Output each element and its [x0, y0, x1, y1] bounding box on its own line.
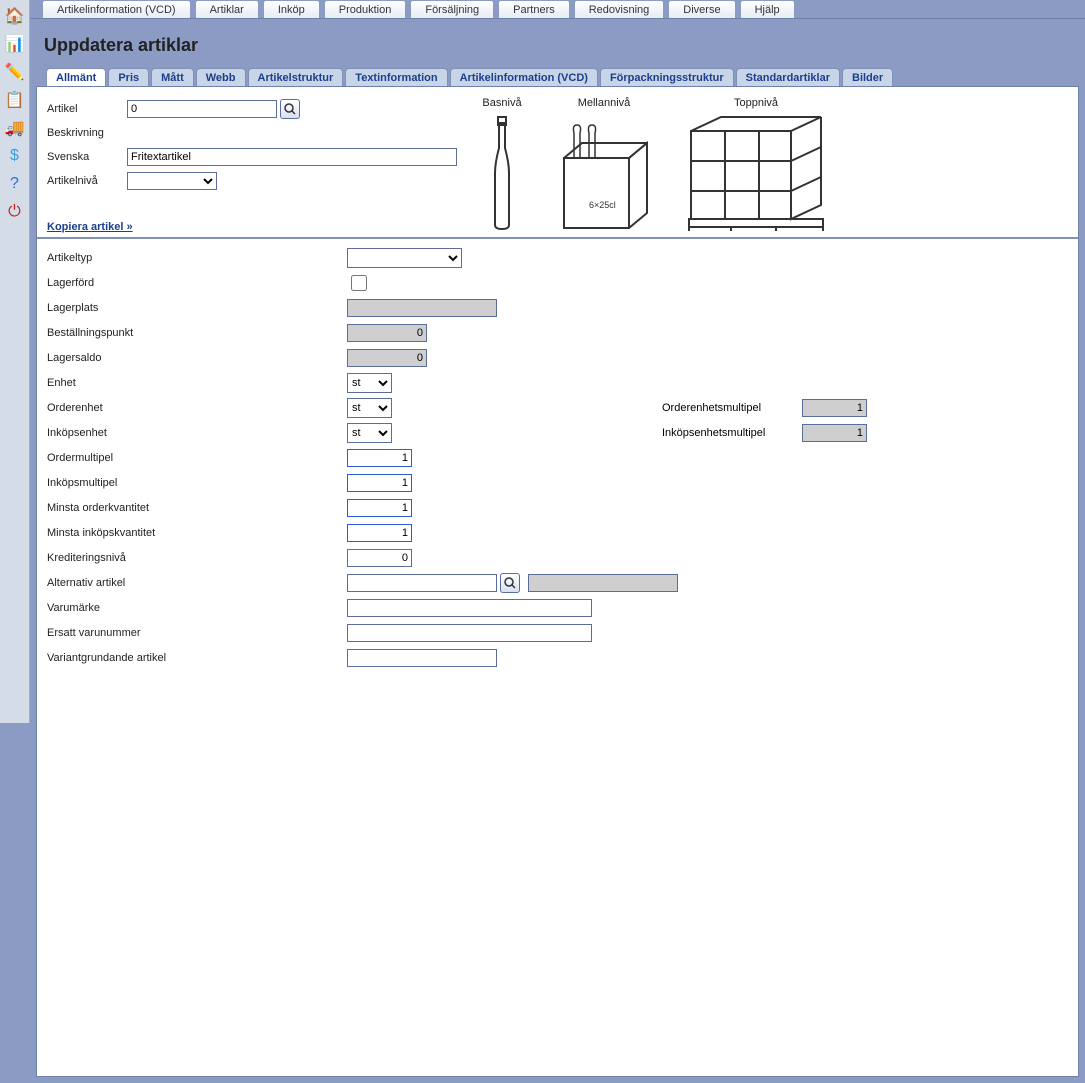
artikel-label: Artikel	[47, 103, 127, 115]
icon-rail: 🏠 📊 ✏️ 📋 🚚 $ ? ⏻	[0, 0, 30, 723]
form-tabstrip: Allmänt Pris Mått Webb Artikelstruktur T…	[30, 68, 1085, 86]
calendar-icon[interactable]: 📋	[3, 88, 27, 112]
inkopsenhet-label: Inköpsenhet	[47, 427, 347, 439]
home-icon[interactable]: 🏠	[3, 4, 27, 28]
tab-webb[interactable]: Webb	[196, 68, 246, 86]
tab-standardartiklar[interactable]: Standardartiklar	[736, 68, 840, 86]
svenska-label: Svenska	[47, 151, 127, 163]
orderenhetsmultipel-input[interactable]	[802, 399, 867, 417]
truck-icon[interactable]: 🚚	[3, 116, 27, 140]
bestallningspunkt-input[interactable]	[347, 324, 427, 342]
artikeltyp-select[interactable]	[347, 248, 462, 268]
inkopsmultipel-label: Inköpsmultipel	[47, 477, 347, 489]
bestallningspunkt-label: Beställningspunkt	[47, 327, 347, 339]
menu-partners[interactable]: Partners	[498, 0, 570, 18]
minsta-order-label: Minsta orderkvantitet	[47, 502, 347, 514]
varumarke-input[interactable]	[347, 599, 592, 617]
tab-matt[interactable]: Mått	[151, 68, 194, 86]
menu-diverse[interactable]: Diverse	[668, 0, 735, 18]
artikeltyp-label: Artikeltyp	[47, 252, 347, 264]
lagersaldo-label: Lagersaldo	[47, 352, 347, 364]
tab-artikelstruktur[interactable]: Artikelstruktur	[248, 68, 344, 86]
edit-icon[interactable]: ✏️	[3, 60, 27, 84]
search-icon	[284, 103, 296, 115]
lagersaldo-input[interactable]	[347, 349, 427, 367]
menu-produktion[interactable]: Produktion	[324, 0, 407, 18]
menu-inkop[interactable]: Inköp	[263, 0, 320, 18]
menu-hjalp[interactable]: Hjälp	[740, 0, 795, 18]
alt-artikel-search-button[interactable]	[500, 573, 520, 593]
form-scroll-area[interactable]: Artikeltyp Lagerförd Lagerplats Beställn…	[37, 239, 1078, 1076]
svg-text:6×25cl: 6×25cl	[589, 200, 616, 210]
tab-allmant[interactable]: Allmänt	[46, 68, 106, 86]
dollar-icon[interactable]: $	[3, 144, 27, 168]
basniva-image	[477, 113, 527, 233]
enhet-select[interactable]: st	[347, 373, 392, 393]
mellanniva-label: Mellannivå	[578, 97, 631, 109]
inkopsenhet-select[interactable]: st	[347, 423, 392, 443]
variant-label: Variantgrundande artikel	[47, 652, 347, 664]
varumarke-label: Varumärke	[47, 602, 347, 614]
svenska-input[interactable]	[127, 148, 457, 166]
orderenhet-select[interactable]: st	[347, 398, 392, 418]
search-icon	[504, 577, 516, 589]
beskrivning-label: Beskrivning	[47, 127, 127, 139]
tab-pris[interactable]: Pris	[108, 68, 149, 86]
help-icon[interactable]: ?	[3, 172, 27, 196]
menu-redovisning[interactable]: Redovisning	[574, 0, 665, 18]
menu-artiklar[interactable]: Artiklar	[195, 0, 259, 18]
lagerplats-label: Lagerplats	[47, 302, 347, 314]
ersatt-varunummer-input[interactable]	[347, 624, 592, 642]
menu-artikelinformation-vcd[interactable]: Artikelinformation (VCD)	[42, 0, 191, 18]
krediteringsniva-input[interactable]	[347, 549, 412, 567]
krediteringsniva-label: Krediteringsnivå	[47, 552, 347, 564]
inkopsenhetsmultipel-label: Inköpsenhetsmultipel	[662, 427, 802, 439]
toppniva-image	[681, 113, 831, 233]
mellanniva-image: 6×25cl	[549, 113, 659, 233]
top-menubar: Artikelinformation (VCD) Artiklar Inköp …	[30, 0, 1085, 18]
main-area: Artikelinformation (VCD) Artiklar Inköp …	[30, 0, 1085, 723]
alt-artikel-desc-input	[528, 574, 678, 592]
inkopsenhetsmultipel-input[interactable]	[802, 424, 867, 442]
minsta-inkop-label: Minsta inköpskvantitet	[47, 527, 347, 539]
power-icon[interactable]: ⏻	[3, 200, 27, 224]
orderenhet-label: Orderenhet	[47, 402, 347, 414]
alt-artikel-input[interactable]	[347, 574, 497, 592]
orderenhetsmultipel-label: Orderenhetsmultipel	[662, 402, 802, 414]
artikel-input[interactable]	[127, 100, 277, 118]
toppniva-label: Toppnivå	[734, 97, 778, 109]
tab-bilder[interactable]: Bilder	[842, 68, 893, 86]
variant-input[interactable]	[347, 649, 497, 667]
artikel-search-button[interactable]	[280, 99, 300, 119]
lagerford-checkbox[interactable]	[351, 275, 367, 291]
menu-forsaljning[interactable]: Försäljning	[410, 0, 494, 18]
minsta-inkop-input[interactable]	[347, 524, 412, 542]
tab-textinformation[interactable]: Textinformation	[345, 68, 447, 86]
form-panel: Artikel Beskrivning Svenska Art	[36, 86, 1079, 1077]
ersatt-varunummer-label: Ersatt varunummer	[47, 627, 347, 639]
page-title: Uppdatera artiklar	[30, 19, 1085, 68]
artikelniva-select[interactable]	[127, 172, 217, 190]
chart-icon[interactable]: 📊	[3, 32, 27, 56]
kopiera-artikel-link[interactable]: Kopiera artikel »	[47, 221, 133, 233]
artikelniva-label: Artikelnivå	[47, 175, 127, 187]
alt-artikel-label: Alternativ artikel	[47, 577, 347, 589]
inkopsmultipel-input[interactable]	[347, 474, 412, 492]
ordermultipel-input[interactable]	[347, 449, 412, 467]
tab-forpackningsstruktur[interactable]: Förpackningsstruktur	[600, 68, 734, 86]
basniva-label: Basnivå	[482, 97, 521, 109]
enhet-label: Enhet	[47, 377, 347, 389]
ordermultipel-label: Ordermultipel	[47, 452, 347, 464]
tab-artikelinformation-vcd[interactable]: Artikelinformation (VCD)	[450, 68, 598, 86]
minsta-order-input[interactable]	[347, 499, 412, 517]
lagerford-label: Lagerförd	[47, 277, 347, 289]
lagerplats-input[interactable]	[347, 299, 497, 317]
